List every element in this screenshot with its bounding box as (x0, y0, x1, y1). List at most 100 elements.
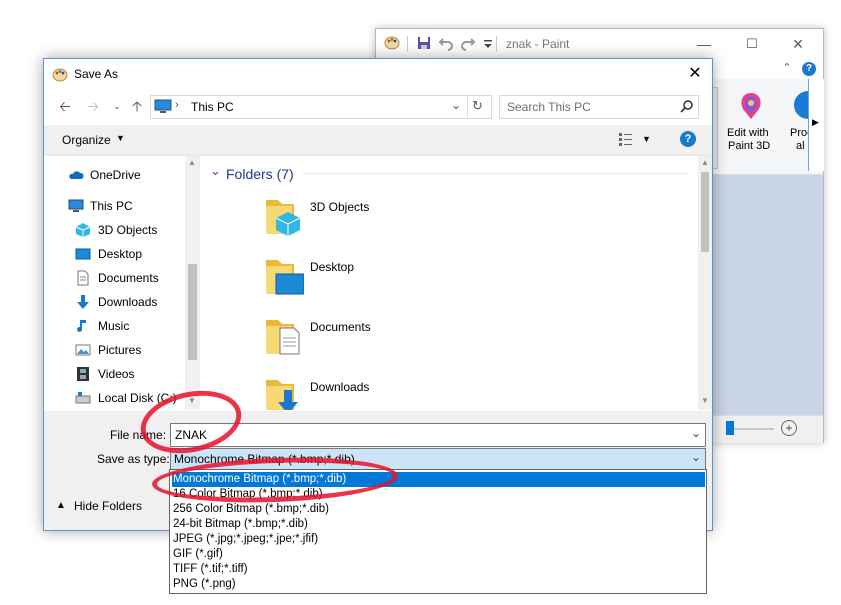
folder-3d-objects-icon (266, 200, 301, 236)
nav-item-pictures[interactable]: Pictures (44, 339, 200, 361)
dialog-close-button[interactable]: ✕ (684, 63, 706, 85)
scroll-down-icon[interactable]: ▼ (701, 396, 709, 405)
nav-item-3d-objects[interactable]: 3D Objects (44, 219, 200, 241)
breadcrumb-this-pc[interactable]: This PC (191, 100, 234, 114)
dialog-toolbar: Organize ▼ ▼ ? (44, 125, 712, 156)
minimize-button[interactable]: — (694, 35, 714, 53)
refresh-icon[interactable]: ↻ (472, 98, 483, 114)
nav-item-this-pc[interactable]: This PC (44, 195, 200, 217)
edit-with-paint3d-button[interactable]: Edit with Paint 3D (721, 79, 781, 169)
hide-folders-button[interactable]: Hide Folders (74, 499, 142, 513)
dialog-title: Save As (74, 67, 119, 81)
zoom-slider-thumb[interactable] (726, 421, 734, 435)
organize-dropdown-icon[interactable]: ▼ (116, 133, 125, 143)
close-button[interactable]: × (788, 35, 808, 53)
search-icon[interactable] (680, 100, 693, 113)
savetype-option[interactable]: PNG (*.png) (172, 577, 705, 592)
savetype-dropdown-icon[interactable]: ⌄ (691, 450, 701, 464)
view-dropdown-icon[interactable]: ▼ (642, 134, 651, 144)
savetype-label: Save as type: (97, 452, 170, 466)
recent-locations-chevron-icon[interactable]: ⌄ (108, 97, 126, 115)
ribbon-scroll-right[interactable]: ▶ (808, 79, 824, 171)
scrollbar-thumb[interactable] (701, 172, 709, 252)
zoom-slider-track[interactable] (730, 428, 774, 430)
nav-item-desktop[interactable]: Desktop (44, 243, 200, 265)
folder-label: Downloads (310, 380, 370, 394)
folder-item-desktop[interactable]: Desktop (264, 254, 524, 302)
address-divider (467, 96, 468, 118)
savetype-option[interactable]: JPEG (*.jpg;*.jpeg;*.jpe;*.jfif) (172, 532, 705, 547)
help-icon[interactable]: ? (680, 131, 696, 147)
folder-item-documents[interactable]: Documents (264, 314, 524, 362)
nav-item-label: Music (98, 319, 130, 333)
picture-icon (75, 344, 91, 356)
breadcrumb-separator-icon: › (175, 99, 179, 111)
nav-item-label: OneDrive (90, 168, 141, 182)
chevron-right-icon: ▶ (812, 117, 819, 127)
nav-pane-scrollbar[interactable]: ▲ ▼ (185, 156, 200, 410)
filename-dropdown-icon[interactable]: ⌄ (691, 426, 701, 440)
download-arrow-icon (77, 295, 89, 309)
address-bar[interactable]: › This PC ⌄ ↻ (150, 95, 492, 119)
paint-palette-icon (384, 36, 400, 50)
product-label-2: al (796, 140, 805, 152)
organize-menu[interactable]: Organize (62, 133, 111, 147)
collapse-ribbon-icon[interactable]: ⌃ (780, 61, 794, 75)
paint-palette-icon (52, 68, 68, 82)
customize-toolbar-icon[interactable] (480, 35, 496, 51)
folder-label: Documents (310, 320, 371, 334)
forward-arrow-icon[interactable]: 🡢 (84, 97, 102, 115)
folder-label: 3D Objects (310, 200, 370, 214)
computer-icon (68, 199, 84, 212)
address-dropdown-icon[interactable]: ⌄ (451, 98, 461, 112)
nav-item-label: Pictures (98, 343, 142, 357)
nav-item-label: Documents (98, 271, 159, 285)
savetype-option[interactable]: 256 Color Bitmap (*.bmp;*.dib) (172, 502, 705, 517)
titlebar-divider (496, 36, 497, 52)
group-collapse-chevron-icon[interactable]: ⌄ (210, 163, 221, 179)
savetype-option[interactable]: 24-bit Bitmap (*.bmp;*.dib) (172, 517, 705, 532)
up-arrow-icon[interactable]: 🡡 (128, 97, 146, 115)
search-box[interactable]: Search This PC (499, 95, 699, 119)
content-pane: ⌄ Folders (7) 3D Objects Desktop Documen… (202, 156, 698, 410)
nav-item-label: Videos (98, 367, 135, 381)
cloud-icon (69, 171, 84, 179)
nav-item-label: Downloads (98, 295, 158, 309)
desktop-icon (75, 248, 91, 260)
zoom-in-icon[interactable]: + (781, 420, 797, 436)
search-input[interactable]: Search This PC (507, 100, 591, 114)
edit-with-label: Edit with (727, 127, 769, 139)
folder-documents-icon (266, 320, 300, 355)
folders-group-title[interactable]: Folders (7) (226, 166, 294, 182)
back-arrow-icon[interactable]: 🡠 (56, 97, 74, 115)
nav-item-documents[interactable]: Documents (44, 267, 200, 289)
view-options-icon[interactable] (618, 132, 634, 146)
nav-item-downloads[interactable]: Downloads (44, 291, 200, 313)
undo-icon[interactable] (438, 35, 454, 51)
nav-item-videos[interactable]: Videos (44, 363, 200, 385)
paint3d-icon (741, 93, 761, 119)
scroll-up-icon[interactable]: ▲ (701, 158, 709, 167)
help-icon[interactable]: ? (802, 62, 816, 76)
scrollbar-thumb[interactable] (188, 264, 197, 360)
save-icon[interactable] (416, 35, 432, 51)
folder-item-3d-objects[interactable]: 3D Objects (264, 194, 524, 242)
nav-item-onedrive[interactable]: OneDrive (44, 164, 200, 186)
paint3d-label: Paint 3D (728, 140, 771, 152)
nav-item-label: Desktop (98, 247, 143, 261)
computer-icon (154, 99, 172, 113)
document-icon (77, 270, 89, 286)
scroll-up-icon[interactable]: ▲ (188, 158, 196, 167)
savetype-option[interactable]: GIF (*.gif) (172, 547, 705, 562)
film-icon (77, 367, 89, 381)
hide-folders-chevron-icon[interactable]: ▲ (56, 500, 66, 511)
content-scrollbar[interactable]: ▲ ▼ (698, 156, 712, 410)
redo-icon[interactable] (460, 35, 476, 51)
navigation-pane: OneDrive This PC 3D Objects Desktop Docu… (44, 156, 200, 410)
filename-field[interactable]: ZNAK ⌄ (170, 423, 706, 447)
savetype-option[interactable]: TIFF (*.tif;*.tiff) (172, 562, 705, 577)
maximize-button[interactable]: ☐ (742, 35, 762, 53)
folder-item-downloads[interactable]: Downloads (264, 374, 524, 410)
titlebar-divider (407, 36, 408, 52)
nav-item-music[interactable]: Music (44, 315, 200, 337)
